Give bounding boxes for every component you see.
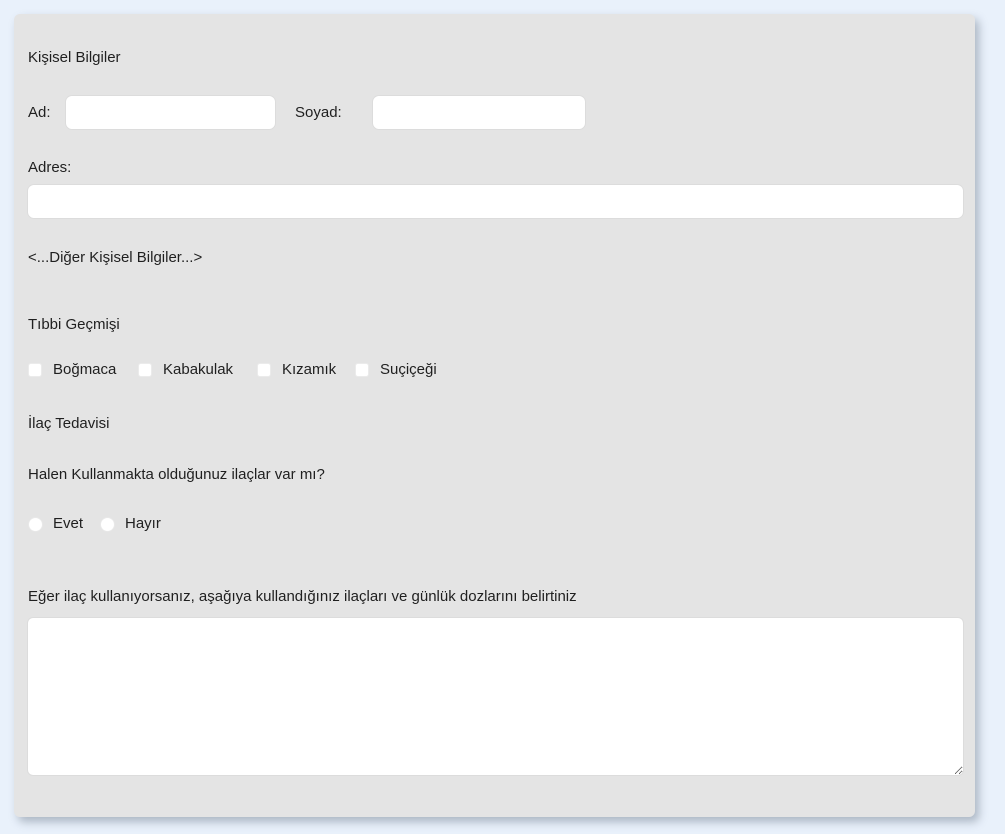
disease-checkbox-row: Boğmaca Kabakulak Kızamık Suçiçeği	[14, 362, 975, 378]
medication-radio-row: Evet Hayır	[14, 516, 975, 532]
kizamik-checkbox[interactable]	[257, 363, 271, 377]
address-label: Adres:	[28, 158, 71, 178]
last-name-label: Soyad:	[295, 96, 342, 129]
name-row: Ad: Soyad:	[28, 96, 628, 129]
checkbox-option-bogmaca[interactable]: Boğmaca	[28, 362, 116, 378]
address-input[interactable]	[28, 185, 963, 218]
first-name-input[interactable]	[66, 96, 275, 129]
current-medication-question: Halen Kullanmakta olduğunuz ilaçlar var …	[28, 465, 325, 485]
radio-option-evet[interactable]: Evet	[28, 516, 83, 532]
medication-details-label: Eğer ilaç kullanıyorsanız, aşağıya kulla…	[28, 587, 577, 607]
medication-details-textarea[interactable]	[28, 618, 963, 775]
section-title-medical-history: Tıbbi Geçmişi	[28, 315, 120, 335]
other-personal-info-placeholder-text: <...Diğer Kişisel Bilgiler...>	[28, 248, 202, 268]
evet-radio[interactable]	[28, 517, 43, 532]
first-name-label: Ad:	[28, 96, 51, 129]
checkbox-label: Suçiçeği	[380, 360, 437, 380]
hayir-radio[interactable]	[100, 517, 115, 532]
checkbox-option-kizamik[interactable]: Kızamık	[257, 362, 336, 378]
bogmaca-checkbox[interactable]	[28, 363, 42, 377]
kabakulak-checkbox[interactable]	[138, 363, 152, 377]
last-name-input[interactable]	[373, 96, 585, 129]
section-title-medication: İlaç Tedavisi	[28, 414, 109, 434]
checkbox-option-kabakulak[interactable]: Kabakulak	[138, 362, 233, 378]
sucicegi-checkbox[interactable]	[355, 363, 369, 377]
checkbox-label: Kızamık	[282, 360, 336, 380]
section-title-personal-info: Kişisel Bilgiler	[28, 48, 121, 68]
radio-label: Evet	[53, 514, 83, 534]
checkbox-label: Kabakulak	[163, 360, 233, 380]
radio-label: Hayır	[125, 514, 161, 534]
radio-option-hayir[interactable]: Hayır	[100, 516, 161, 532]
checkbox-option-sucicegi[interactable]: Suçiçeği	[355, 362, 437, 378]
form-card: Kişisel Bilgiler Ad: Soyad: Adres: <...D…	[14, 14, 975, 817]
checkbox-label: Boğmaca	[53, 360, 116, 380]
